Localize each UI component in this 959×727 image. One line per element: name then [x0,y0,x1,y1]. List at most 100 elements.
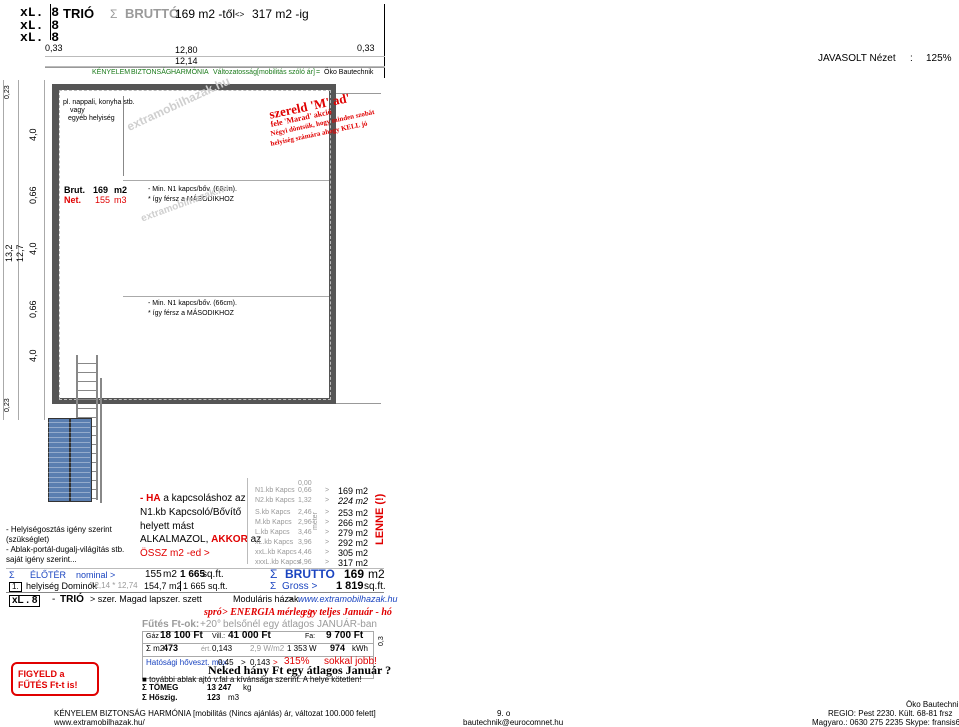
size-row-8-arrow: > [325,559,330,566]
footer-page: 9. o [497,709,511,718]
left-note-3: - Ablak-portál-dugalj-világítás stb. [6,545,125,554]
dim-total-b: 12,7 [15,244,25,262]
size-row-3-res: 253 m2 [338,508,369,518]
dim-mid-bottom: 12,14 [175,56,198,66]
header-dash: - [54,7,58,21]
hoszig-unit: m3 [228,693,240,702]
nominal-label: nominal > [76,570,116,580]
dim-d5: 4,0 [28,349,38,362]
size-row-7-name: xxL.kb Kapcs [255,549,297,556]
view-colon: : [910,53,913,64]
eloter-label: ÉLŐTÉR [30,570,67,580]
opt-harmony: HARMÓNIA [171,69,209,76]
brut-label: Brut. [64,185,85,195]
gross-unit: sq.ft. [364,581,386,592]
footer-trio: TRIÓ [60,594,84,605]
opt-komfort: KÉNYELEM [92,69,131,76]
size-row-1-name: N1.kb Kapcs [255,487,295,494]
footer-site-link[interactable]: www.extramobilhazak.hu [298,595,398,604]
gas-label: Gáz [146,633,159,640]
w-value: 1 353 [287,644,308,653]
view-label[interactable]: JAVASOLT Nézet [818,54,896,64]
room-note-1: pl. nappali, konyha stb. [63,99,135,106]
size-row-1-res: 169 m2 [338,486,369,496]
size-row-2-res: 224 m2 [338,496,369,506]
eloter-sqft-unit: sq.ft. [202,569,224,580]
eloter-m2-value: 155 [145,569,162,580]
opt-eq: = [316,69,321,76]
opt-brand: Öko Bautechnik [324,69,374,76]
footer-email[interactable]: bautechnik@eurocomnet.hu [463,719,563,727]
zoom-level[interactable]: 125% [926,54,952,64]
size-row-3-arrow: > [325,509,330,516]
brutto-label: BRUTTÓ [125,6,180,21]
size-row-6-val: 3,96 [298,539,312,546]
meter-label: méter [312,512,319,530]
heat-temp: +20° [200,619,221,630]
warning-box: FIGYELD a FŰTÉS Ft-t is! [11,662,99,696]
hoszig-value: 123 [207,693,221,702]
size-row-4-val: 2,96 [298,519,312,526]
size-row-3-name: S.kb Kapcs [255,509,291,516]
size-row-4-arrow: > [325,519,330,526]
left-note-2: (szükséglet) [6,535,50,544]
tomeg-label: Σ TÖMEG [142,683,179,692]
fa-label: Fa: [305,633,316,640]
footer-left-1: KÉNYELEM BIZTONSÁG HARMÓNIA [mobilitás (… [54,709,376,718]
ha-line2: N1.kb Kapcsoló/Bővítő [140,507,242,518]
opt-safety: BIZTONSÁG [131,69,172,76]
size-row-5-arrow: > [325,529,330,536]
size-row-2-val: 1,32 [298,497,312,504]
brutto-sigma: Σ [270,567,278,581]
opt-variable: Változatosság [213,69,257,76]
size-row-2-name: N2.kb Kapcs [255,497,295,504]
ha-line1: a kapcsoláshoz az [163,493,246,504]
m2-label: Σ m2 [146,644,165,653]
dim-d3: 4,0 [28,242,38,255]
size-row-4-res: 266 m2 [338,518,369,528]
wm2-value: 2,9 W/m2 [250,644,285,653]
net-unit: m3 [114,195,127,205]
size-row-1-val: 0,66 [298,487,312,494]
summary-brutto-unit: m2 [368,567,385,581]
left-note-1: - Helyiségosztás igény szerint [6,525,112,534]
footer-dash: - [52,594,56,605]
ha-line4b: AKKOR [211,534,248,545]
dim-d2: 0,66 [28,186,38,204]
summary-brutto-label: BRUTTO [285,567,335,581]
room-note-2: vagy [70,107,85,114]
energy-headline-main: > ENERGIA mérleg > [222,607,314,618]
ha-line5: ÖSSZ m2 -ed > [140,548,210,559]
tomeg-unit: kg [243,683,252,692]
trio-label: TRIÓ [63,6,95,21]
footer-left-2[interactable]: www.extramobilhazak.hu/ [54,719,145,727]
size-row-6-res: 292 m2 [338,538,369,548]
footer-szer[interactable]: > szer. Magad lapszer. szett [90,595,202,604]
vill-value: 41 000 Ft [228,630,271,641]
footer-right-1: Öko Bautechnik [906,700,959,709]
min-note-3: - Min. N1 kapcs/bőv. (66cm). [148,300,237,307]
bullet-note-text: további ablak ajtó v.fal a kívánsága sze… [149,675,362,684]
ha-line3: helyett mást [140,521,194,532]
energy-headline-prefix: spró [204,607,222,618]
size-row-1-arrow: > [325,487,330,494]
ha-prefix: - HA [140,493,161,504]
sigma-symbol: Σ [110,7,118,21]
gross-sigma: Σ [270,581,277,592]
dim-d4: 0,66 [28,300,38,318]
dim-right: 0,33 [357,43,375,53]
size-row-2-arrow: > [325,497,330,504]
lenne-label: LENNE (!) [374,493,386,545]
ert-value: 0,143 [212,644,233,653]
options-bar: KÉNYELEM BIZTONSÁG HARMÓNIA Változatossá… [45,67,385,78]
row1-sqft: 1 665 sq.ft. [183,581,228,591]
m2-value: 473 [163,643,179,653]
eloter-m2-unit: m2 [163,569,177,580]
dim-bottom: 0,23 [4,398,11,412]
size-top-hidden: 0,00 [298,480,312,487]
size-row-5-val: 3,46 [298,529,312,536]
footer-right-2: REGIO: Pest 2230. Kült. 68-81 frsz [828,709,953,718]
size-row-5-res: 279 m2 [338,528,369,538]
size-row-4-name: M.kb Kapcs [255,519,292,526]
row1-m2: 154,7 m2 [144,581,182,591]
